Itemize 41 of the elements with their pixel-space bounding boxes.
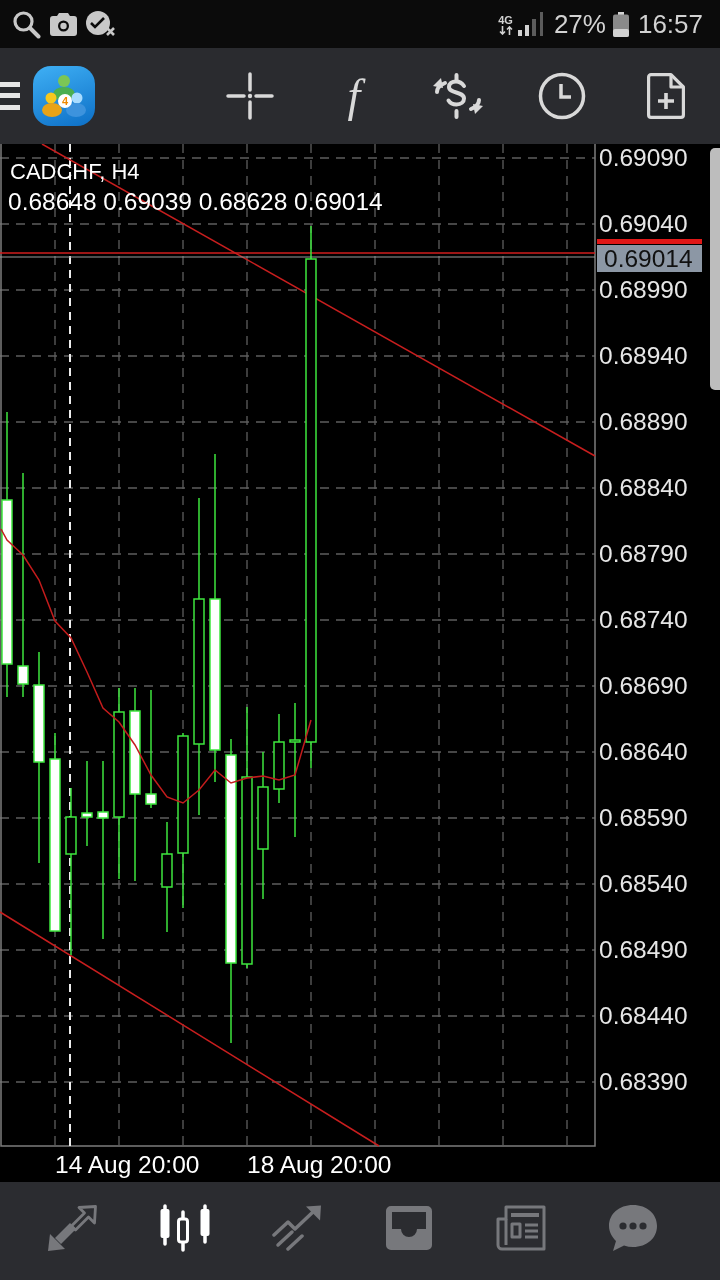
- price-axis-label: 0.68390: [599, 1068, 688, 1096]
- tick-circle-icon: [86, 11, 116, 37]
- time-axis-label: 14 Aug 20:00: [55, 1149, 201, 1180]
- trend-line-icon[interactable]: [272, 1205, 322, 1251]
- camera-icon: [50, 12, 77, 36]
- function-button[interactable]: f: [343, 71, 365, 121]
- price-axis-label: 0.68740: [599, 606, 688, 634]
- arrows-icon[interactable]: [48, 1205, 98, 1251]
- data-arrows-icon: [498, 25, 513, 35]
- dollar-arrows-icon[interactable]: [432, 73, 484, 119]
- newspaper-icon[interactable]: [496, 1205, 546, 1251]
- clock-icon[interactable]: [538, 72, 586, 120]
- price-axis-label: 0.68940: [599, 342, 688, 370]
- price-axis-label: 0.68790: [599, 540, 688, 568]
- candlestick-icon[interactable]: [159, 1204, 211, 1252]
- price-axis-label: 0.69040: [599, 210, 688, 238]
- price-axis-label: 0.68640: [599, 738, 688, 766]
- battery-percent-label: 27%: [553, 9, 606, 39]
- inbox-icon[interactable]: [385, 1206, 433, 1250]
- scroll-bar[interactable]: [710, 148, 720, 390]
- time-axis-label: 18 Aug 20:00: [247, 1149, 393, 1180]
- price-axis-label: 0.68690: [599, 672, 688, 700]
- signal-icon: [517, 12, 546, 36]
- price-axis-label: 0.68490: [599, 936, 688, 964]
- battery-icon: [612, 11, 629, 37]
- traders-icon: [41, 74, 87, 118]
- price-axis-label: 0.68890: [599, 408, 688, 436]
- network-type-label: 4G: [498, 13, 513, 26]
- price-axis-label: 0.68540: [599, 870, 688, 898]
- file-plus-icon[interactable]: [647, 73, 685, 119]
- price-axis-label: 0.68440: [599, 1002, 688, 1030]
- clock-time-label: 16:57: [637, 9, 703, 39]
- price-axis-label: 0.68590: [599, 804, 688, 832]
- current-price-label: 0.69014: [597, 245, 702, 272]
- crosshair-icon[interactable]: [226, 72, 274, 120]
- search-icon: [12, 9, 41, 39]
- price-axis-label: 0.69090: [599, 144, 688, 172]
- price-axis-label: 0.68990: [599, 276, 688, 304]
- price-axis-label: 0.68840: [599, 474, 688, 502]
- chat-bubble-icon[interactable]: [608, 1204, 658, 1252]
- menu-icon[interactable]: [0, 82, 20, 110]
